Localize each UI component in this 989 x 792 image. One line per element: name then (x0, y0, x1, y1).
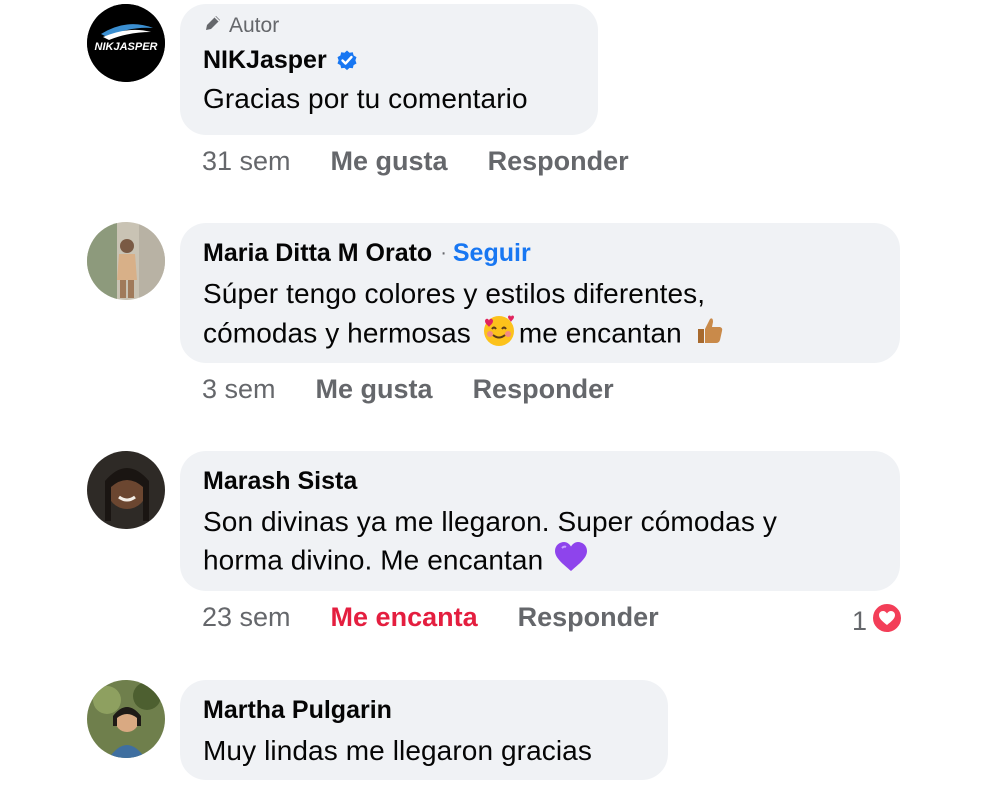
author-badge: Autor (203, 14, 574, 38)
comment-bubble: Maria Ditta M Orato · Seguir Súper tengo… (180, 223, 900, 363)
smiling-face-with-hearts-emoji (481, 313, 517, 357)
comment-author-name[interactable]: Maria Ditta M Orato (203, 237, 432, 269)
love-reaction-icon (871, 602, 903, 641)
comment-text-segment: cómodas y hermosas (203, 317, 471, 349)
comment-author-name[interactable]: Martha Pulgarin (203, 694, 392, 726)
comment-text: Súper tengo colores y estilos diferentes… (203, 275, 876, 357)
comment-bubble: Autor NIKJasper Gracias por tu comentari… (180, 4, 598, 135)
comment-bubble: Marash Sista Son divinas ya me llegaron.… (180, 451, 900, 591)
comment-bubble: Martha Pulgarin Muy lindas me llegaron g… (180, 680, 668, 780)
purple-heart-emoji (553, 541, 589, 583)
separator-dot: · (440, 242, 447, 264)
comment-text-line: Súper tengo colores y estilos diferentes… (203, 278, 706, 309)
avatar-nikjasper[interactable]: NIKJASPER (87, 4, 165, 82)
reply-button[interactable]: Responder (488, 146, 629, 177)
avatar-martha[interactable] (87, 680, 165, 758)
comment-text-line: cómodas y hermosas me encantan (203, 313, 876, 357)
comment-text: Gracias por tu comentario (203, 83, 528, 114)
comment-author-name[interactable]: NIKJasper (203, 44, 327, 76)
pencil-icon (203, 13, 223, 39)
comment-text: Son divinas ya me llegaron. Super cómoda… (203, 503, 876, 583)
reply-button[interactable]: Responder (473, 374, 614, 405)
comment-timestamp[interactable]: 31 sem (202, 146, 291, 177)
comment-timestamp[interactable]: 23 sem (202, 602, 291, 633)
comment-text-line: Son divinas ya me llegaron. Super cómoda… (203, 506, 777, 537)
comment-text: Muy lindas me llegaron gracias (203, 735, 592, 766)
like-button[interactable]: Me gusta (331, 146, 448, 177)
comment-actions: 31 sem Me gusta Responder (202, 146, 629, 177)
comment-text-line: horma divino. Me encantan (203, 541, 876, 583)
comment-author-name[interactable]: Marash Sista (203, 465, 357, 497)
thumbs-up-emoji (692, 313, 726, 357)
follow-button[interactable]: Seguir (453, 237, 531, 269)
avatar-logo-text: NIKJASPER (95, 41, 158, 53)
comment-text-segment: horma divino. Me encantan (203, 544, 544, 576)
reaction-count: 1 (851, 606, 867, 636)
love-reaction-button[interactable]: Me encanta (331, 602, 478, 633)
reaction-summary[interactable]: 1 (852, 602, 903, 641)
verified-badge-icon (335, 48, 359, 72)
brand-logo-icon: NIKJASPER (87, 4, 165, 82)
avatar-maria[interactable] (87, 222, 165, 300)
author-badge-label: Autor (229, 14, 280, 37)
comment-actions: 3 sem Me gusta Responder (202, 374, 614, 405)
avatar-marash[interactable] (87, 451, 165, 529)
comment-text-segment: me encantan (518, 317, 682, 349)
comment-actions: 23 sem Me encanta Responder (202, 602, 659, 633)
comment-timestamp[interactable]: 3 sem (202, 374, 276, 405)
like-button[interactable]: Me gusta (316, 374, 433, 405)
reply-button[interactable]: Responder (518, 602, 659, 633)
